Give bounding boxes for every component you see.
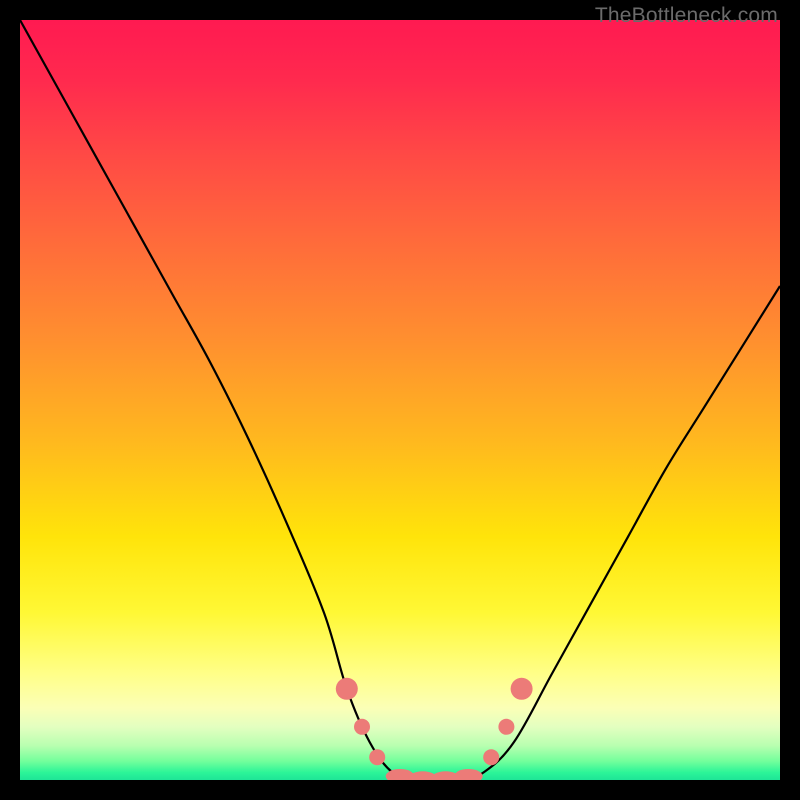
curve-marker	[369, 749, 385, 765]
bottleneck-curve	[20, 20, 780, 780]
curve-marker	[511, 678, 533, 700]
curve-marker	[354, 719, 370, 735]
watermark-label: TheBottleneck.com	[595, 4, 778, 28]
curve-markers	[336, 678, 533, 780]
curve-path	[20, 20, 780, 780]
chart-frame	[20, 20, 780, 780]
curve-marker	[454, 769, 483, 780]
curve-marker	[336, 678, 358, 700]
curve-marker	[498, 719, 514, 735]
curve-marker	[483, 749, 499, 765]
